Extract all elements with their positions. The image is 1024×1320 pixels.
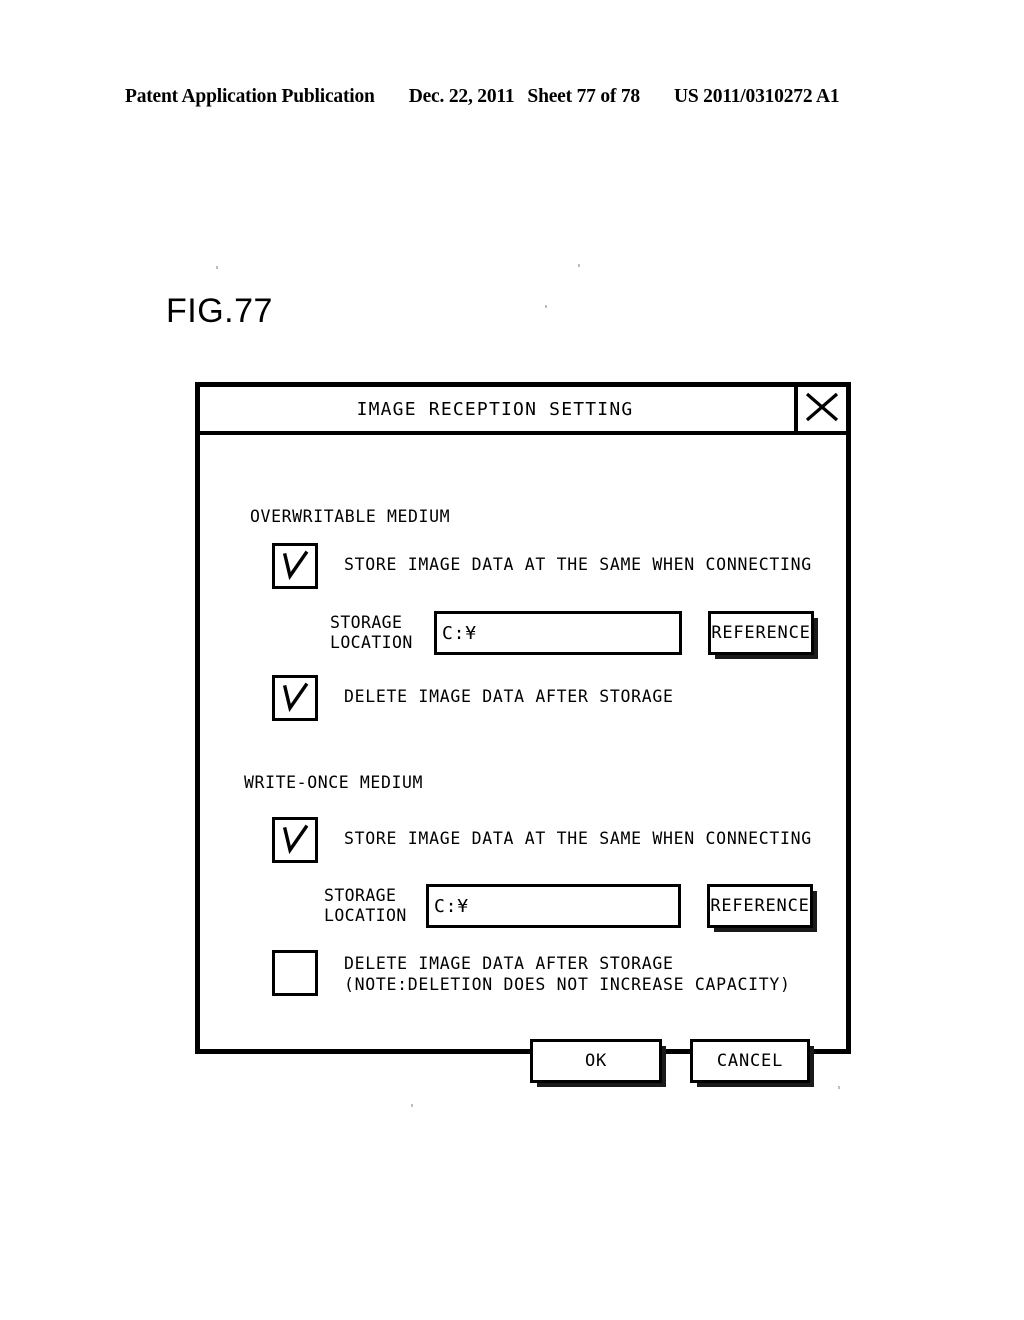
checkbox-writeonce-delete[interactable] [272, 950, 318, 996]
storage-location-row-overwritable: STORAGE LOCATION C:¥ REFERENCE [330, 611, 818, 659]
reference-button-label: REFERENCE [711, 623, 811, 643]
ok-button[interactable]: OK [530, 1039, 666, 1087]
reference-button-overwritable[interactable]: REFERENCE [708, 611, 818, 659]
checkbox-row-writeonce-delete: DELETE IMAGE DATA AFTER STORAGE (NOTE:DE… [272, 950, 791, 996]
ok-button-wrap: OK [530, 1039, 666, 1087]
scan-speckle [545, 305, 547, 308]
delete-label-line1: DELETE IMAGE DATA AFTER STORAGE [344, 954, 674, 973]
storage-location-label-overwritable: STORAGE LOCATION [330, 613, 426, 653]
storage-label-line1: STORAGE [330, 612, 403, 632]
checkbox-row-writeonce-store: STORE IMAGE DATA AT THE SAME WHEN CONNEC… [272, 817, 812, 863]
checkbox-row-overwritable-store: STORE IMAGE DATA AT THE SAME WHEN CONNEC… [272, 543, 812, 589]
storage-location-input-overwritable[interactable]: C:¥ [434, 611, 682, 655]
scan-speckle [216, 266, 218, 269]
cancel-button-label: CANCEL [716, 1051, 784, 1071]
publication-date: Dec. 22, 2011 [408, 86, 515, 107]
cancel-button-wrap: CANCEL [662, 1039, 814, 1087]
reference-button-wrap-overwritable: REFERENCE [682, 611, 818, 659]
section-heading-overwritable-medium: OVERWRITABLE MEDIUM [250, 507, 451, 526]
checkbox-overwritable-store[interactable] [272, 543, 318, 589]
scan-speckle [578, 264, 580, 267]
close-x-icon [798, 387, 846, 427]
reference-button-wrap-writeonce: REFERENCE [681, 884, 817, 932]
checkbox-overwritable-delete[interactable] [272, 675, 318, 721]
scan-speckle [411, 1104, 413, 1107]
storage-label-line1: STORAGE [324, 885, 397, 905]
cancel-button[interactable]: CANCEL [690, 1039, 814, 1087]
figure-label: FIG.77 [166, 292, 273, 330]
delete-label-line2: (NOTE:DELETION DOES NOT INCREASE CAPACIT… [344, 975, 791, 995]
checkbox-label-overwritable-delete: DELETE IMAGE DATA AFTER STORAGE [344, 687, 674, 706]
storage-label-line2: LOCATION [330, 633, 413, 652]
patent-number: US 2011/0310272 A1 [673, 86, 840, 107]
image-reception-setting-dialog: IMAGE RECEPTION SETTING OVERWRITABLE MED… [195, 382, 851, 1087]
publication-label: Patent Application Publication [125, 86, 375, 107]
close-button[interactable] [794, 387, 846, 431]
ok-button-label: OK [584, 1051, 608, 1071]
reference-button-label: REFERENCE [710, 896, 810, 916]
storage-location-value-overwritable: C:¥ [442, 622, 477, 644]
scan-speckle [838, 1086, 840, 1089]
storage-location-row-writeonce: STORAGE LOCATION C:¥ REFERENCE [324, 884, 817, 932]
dialog-body: OVERWRITABLE MEDIUM STORE IMAGE DATA AT … [200, 435, 846, 1087]
checkbox-row-overwritable-delete: DELETE IMAGE DATA AFTER STORAGE [272, 675, 674, 721]
reference-button-writeonce[interactable]: REFERENCE [707, 884, 817, 932]
storage-location-input-writeonce[interactable]: C:¥ [426, 884, 681, 928]
checkbox-label-writeonce-delete: DELETE IMAGE DATA AFTER STORAGE (NOTE:DE… [344, 950, 791, 995]
dialog-titlebar: IMAGE RECEPTION SETTING [200, 387, 846, 435]
sheet-number: Sheet 77 of 78 [527, 86, 640, 107]
dialog-footer: OK CANCEL [530, 1039, 814, 1087]
section-heading-write-once-medium: WRITE-ONCE MEDIUM [244, 773, 424, 792]
dialog-title: IMAGE RECEPTION SETTING [356, 398, 634, 420]
storage-location-label-writeonce: STORAGE LOCATION [324, 886, 420, 926]
patent-page-header: Patent Application Publication Dec. 22, … [125, 86, 895, 112]
checkbox-label-writeonce-store: STORE IMAGE DATA AT THE SAME WHEN CONNEC… [344, 829, 812, 848]
checkbox-writeonce-store[interactable] [272, 817, 318, 863]
storage-location-value-writeonce: C:¥ [434, 895, 469, 917]
checkbox-label-overwritable-store: STORE IMAGE DATA AT THE SAME WHEN CONNEC… [344, 555, 812, 574]
storage-label-line2: LOCATION [324, 906, 407, 925]
